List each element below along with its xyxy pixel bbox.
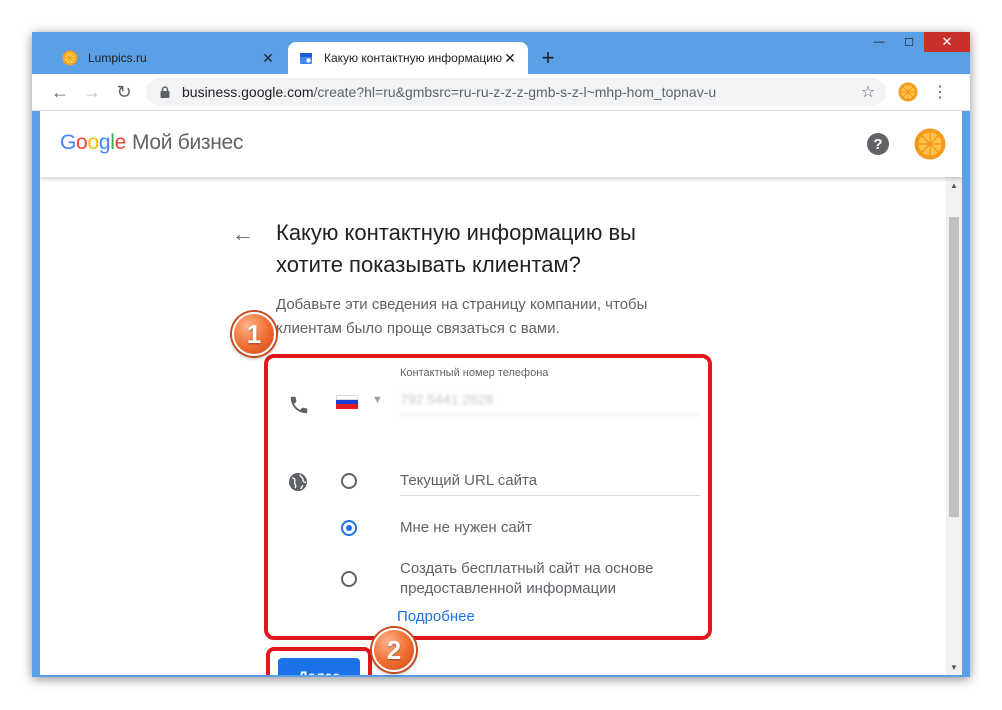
tab-close-icon[interactable]: ✕: [260, 50, 276, 66]
lock-icon: [160, 86, 170, 98]
scroll-up-icon[interactable]: ▲: [946, 177, 962, 193]
tab-strip: Lumpics.ru ✕ Какую контактную информацию…: [32, 32, 970, 74]
profile-avatar-icon[interactable]: [898, 82, 918, 102]
close-window-button[interactable]: ✕: [924, 32, 970, 52]
google-my-business-favicon-icon: [300, 53, 312, 64]
page-description: Добавьте эти сведения на страницу компан…: [276, 296, 648, 337]
window-controls: — ☐ ✕: [864, 32, 970, 52]
annotation-badge-1: 1: [232, 312, 276, 356]
tab-title: Lumpics.ru: [88, 51, 147, 65]
minimize-button[interactable]: —: [864, 32, 894, 52]
app-header: Google Мой бизнес ?: [40, 111, 962, 177]
address-bar[interactable]: business.google.com/create?hl=ru&gmbsrc=…: [146, 78, 886, 106]
orange-favicon-icon: [62, 50, 78, 66]
url-path: /create?hl=ru&gmbsrc=ru-ru-z-z-z-gmb-s-z…: [313, 84, 717, 100]
maximize-button[interactable]: ☐: [894, 32, 924, 52]
url-host: business.google.com: [182, 84, 314, 100]
forward-icon[interactable]: →: [80, 80, 104, 104]
annotation-box-1: [264, 354, 712, 640]
tab-close-icon[interactable]: ✕: [502, 50, 518, 66]
page-scrollbar[interactable]: ▲ ▼: [946, 177, 962, 675]
account-avatar[interactable]: [914, 128, 946, 160]
tab-lumpics[interactable]: Lumpics.ru ✕: [52, 42, 286, 74]
tab-google-business[interactable]: Какую контактную информацию ✕: [288, 42, 528, 74]
tab-title: Какую контактную информацию: [324, 51, 502, 65]
reload-icon[interactable]: ↻: [112, 80, 136, 104]
annotation-box-2: [266, 647, 372, 675]
back-arrow-icon[interactable]: ←: [232, 221, 256, 246]
google-my-business-logo[interactable]: Google Мой бизнес: [60, 131, 243, 155]
product-name: Мой бизнес: [131, 131, 244, 154]
bookmark-star-icon[interactable]: ☆: [858, 82, 878, 102]
new-tab-button[interactable]: +: [537, 47, 559, 69]
browser-menu-icon[interactable]: ⋮: [932, 80, 948, 104]
page-title: Какую контактную информацию вы хотите по…: [276, 220, 636, 277]
annotation-badge-2: 2: [372, 628, 416, 672]
page-content: Google Мой бизнес ? ▲ ▼ ← Какую контактну…: [40, 111, 962, 675]
url-text: business.google.com/create?hl=ru&gmbsrc=…: [182, 84, 858, 100]
browser-toolbar: ← → ↻ business.google.com/create?hl=ru&g…: [32, 74, 970, 111]
scrollbar-thumb[interactable]: [949, 217, 959, 517]
scroll-down-icon[interactable]: ▼: [946, 659, 962, 675]
browser-window: Lumpics.ru ✕ Какую контактную информацию…: [32, 32, 970, 677]
help-icon[interactable]: ?: [867, 133, 889, 155]
back-icon[interactable]: ←: [48, 80, 72, 104]
